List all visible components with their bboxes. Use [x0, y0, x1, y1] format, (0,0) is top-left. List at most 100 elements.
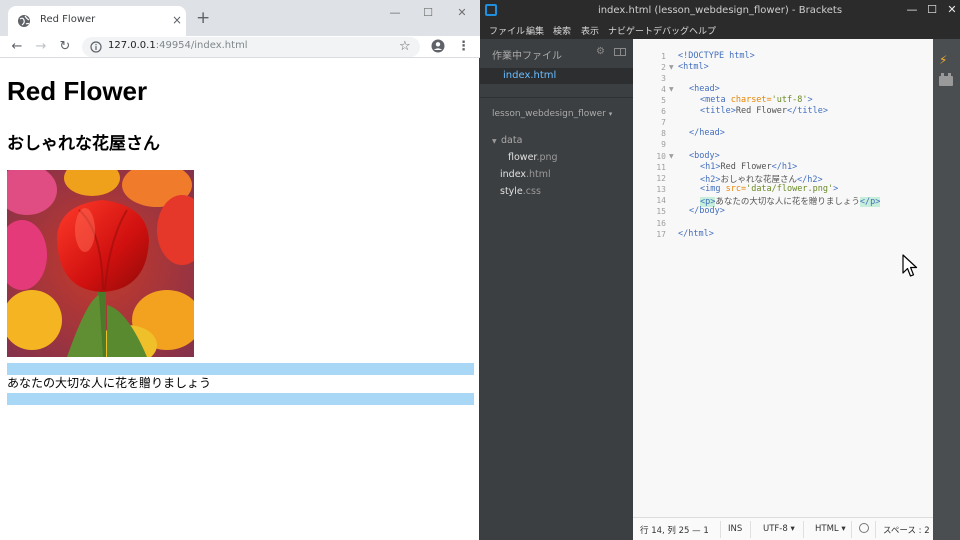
tab-close-icon[interactable]: ×	[170, 12, 184, 28]
brackets-close-button[interactable]: ✕	[942, 3, 960, 17]
code-token: charset=	[730, 95, 772, 105]
folder-expanded-icon[interactable]: ▼	[492, 138, 497, 145]
tab-title: Red Flower	[40, 14, 96, 25]
code-editor[interactable]: 1 2 3 4 5 6 7 8 9 10 11 12 13 14 15 16 1…	[633, 39, 933, 517]
code-token: </title>	[787, 106, 828, 116]
code-line: <body>	[689, 151, 720, 161]
url-host: 127.0.0.1	[108, 40, 156, 51]
close-window-button[interactable]: ✕	[449, 5, 475, 21]
file-name: index	[500, 169, 526, 180]
line-number: 15	[656, 207, 666, 216]
fold-toggle-icon[interactable]: ▼	[669, 153, 674, 160]
file-name: style	[500, 186, 523, 197]
tree-file-style[interactable]: style.css	[500, 186, 541, 197]
browser-tab[interactable]: Red Flower ×	[8, 6, 186, 36]
status-divider	[803, 521, 804, 538]
line-number: 13	[656, 185, 666, 194]
project-dropdown[interactable]: lesson_webdesign_flower ▾	[492, 109, 612, 119]
gear-icon[interactable]: ⚙	[596, 46, 605, 57]
code-token: Red Flower	[720, 162, 772, 172]
brackets-titlebar: index.html (lesson_webdesign_flower) - B…	[480, 0, 960, 22]
code-token: Red Flower	[735, 106, 788, 116]
extension-manager-icon[interactable]	[939, 73, 953, 86]
fold-toggle-icon[interactable]: ▼	[669, 64, 674, 71]
tree-folder-data[interactable]: data	[501, 135, 522, 146]
live-preview-icon[interactable]: ⚡	[939, 53, 947, 67]
account-icon[interactable]	[431, 39, 445, 53]
code-line: <html>	[678, 62, 709, 72]
address-bar[interactable]: 127.0.0.1:49954/index.html ☆	[82, 37, 420, 57]
line-number: 2	[661, 63, 666, 72]
menu-find[interactable]: 検索	[553, 24, 571, 37]
fold-toggle-icon[interactable]: ▼	[669, 86, 674, 93]
mouse-pointer-icon	[902, 254, 918, 277]
menu-help[interactable]: ヘルプ	[689, 24, 716, 37]
browser-window: Red Flower × + — ☐ ✕ ← → ↻ 127.0.0.1:499…	[0, 0, 480, 540]
maximize-button[interactable]: ☐	[415, 5, 441, 21]
back-button[interactable]: ←	[7, 37, 27, 57]
tree-file-index[interactable]: index.html	[500, 169, 551, 180]
menu-file[interactable]: ファイル	[489, 24, 525, 37]
code-token: >	[833, 184, 839, 194]
brackets-menubar: ファイル 編集 検索 表示 ナビゲート デバッグ ヘルプ	[480, 22, 960, 39]
url-path: :49954/index.html	[155, 40, 248, 51]
encoding-label: UTF-8	[763, 524, 788, 534]
web-page-content: Red Flower おしゃれな花屋さん あなたの大切な人に花を贈りましょう	[0, 58, 479, 540]
code-line: <p>あなたの大切な人に花を贈りましょう</p>	[700, 195, 881, 207]
reload-button[interactable]: ↻	[55, 37, 75, 57]
line-number: 3	[661, 74, 666, 83]
line-number: 6	[661, 107, 666, 116]
url-text: 127.0.0.1:49954/index.html	[108, 40, 248, 51]
page-paragraph: あなたの大切な人に花を贈りましょう	[7, 376, 212, 390]
brackets-minimize-button[interactable]: —	[902, 3, 922, 17]
line-number: 9	[661, 140, 666, 149]
flower-image	[7, 170, 194, 357]
brackets-statusbar: 行 14, 列 25 — 1 INS UTF-8 ▾ HTML ▾ スペース :…	[633, 517, 933, 540]
menu-navigate[interactable]: ナビゲート	[608, 24, 653, 37]
menu-debug[interactable]: デバッグ	[653, 24, 689, 37]
code-line: </body>	[689, 206, 725, 216]
code-line: <img src='data/flower.png'>	[700, 184, 838, 194]
status-divider	[851, 521, 852, 538]
file-extension: .html	[526, 169, 551, 180]
project-title: lesson_webdesign_flower	[492, 109, 606, 119]
minimize-button[interactable]: —	[382, 5, 408, 21]
menu-view[interactable]: 表示	[581, 24, 599, 37]
line-number: 14	[656, 196, 666, 205]
status-divider	[875, 521, 876, 538]
split-view-icon[interactable]	[614, 48, 626, 56]
file-extension: .css	[522, 186, 541, 197]
line-number: 10	[656, 152, 666, 161]
brackets-maximize-button[interactable]: ☐	[922, 3, 942, 17]
info-icon[interactable]	[90, 41, 102, 53]
line-number: 11	[656, 163, 666, 172]
new-tab-button[interactable]: +	[196, 9, 210, 27]
encoding-dropdown[interactable]: UTF-8 ▾	[763, 524, 795, 534]
line-number: 1	[661, 52, 666, 61]
code-line: <title>Red Flower</title>	[700, 106, 828, 116]
brackets-window: index.html (lesson_webdesign_flower) - B…	[480, 0, 960, 540]
code-line: <!DOCTYPE html>	[678, 51, 755, 61]
code-line: <head>	[689, 84, 720, 94]
line-number: 5	[661, 96, 666, 105]
insert-mode-toggle[interactable]: INS	[728, 524, 742, 534]
linter-status-icon[interactable]	[859, 523, 869, 533]
language-label: HTML	[815, 524, 839, 534]
menu-edit[interactable]: 編集	[526, 24, 544, 37]
brackets-right-toolbar: ⚡	[933, 39, 960, 540]
code-token: src=	[725, 184, 747, 194]
browser-menu-icon[interactable]: ⋮	[457, 37, 470, 57]
code-line: </html>	[678, 229, 714, 239]
browser-tab-strip: Red Flower × + — ☐ ✕	[0, 0, 480, 36]
indent-setting[interactable]: スペース : 2	[883, 524, 930, 536]
working-files-header: 作業中ファイル	[492, 51, 562, 62]
line-number: 4	[661, 85, 666, 94]
globe-icon	[18, 15, 30, 27]
cursor-position[interactable]: 行 14, 列 25 — 1	[640, 524, 709, 536]
code-token: <title>	[700, 106, 736, 116]
bookmark-star-icon[interactable]: ☆	[399, 39, 411, 55]
tree-file-flower[interactable]: flower.png	[508, 152, 558, 163]
language-dropdown[interactable]: HTML ▾	[815, 524, 846, 534]
working-file-item[interactable]: index.html	[480, 68, 633, 84]
forward-button[interactable]: →	[31, 37, 51, 57]
